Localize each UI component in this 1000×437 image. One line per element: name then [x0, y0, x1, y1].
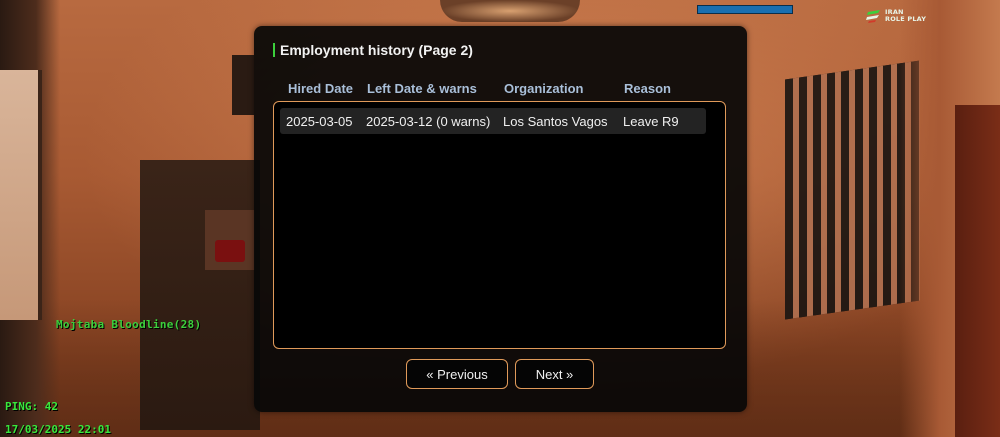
- column-header-hired-date: Hired Date: [288, 81, 354, 96]
- door-background: [955, 105, 1000, 437]
- date-time-readout: 17/03/2025 22:01: [5, 423, 111, 436]
- column-header-organization: Organization: [504, 81, 584, 96]
- dialog-title-text: Employment history (Page 2): [280, 42, 473, 58]
- next-page-button[interactable]: Next »: [515, 359, 594, 389]
- player-name-tag: Mojtaba Bloodline(28): [56, 318, 202, 331]
- column-header-left-date: Left Date & warns: [367, 81, 477, 96]
- list-item[interactable]: 2025-03-05 2025-03-12 (0 warns) Los Sant…: [280, 108, 706, 134]
- cell-left-date-warns: 2025-03-12 (0 warns): [366, 114, 491, 129]
- server-logo: IRAN ROLE PLAY: [866, 6, 932, 26]
- dialog-title: Employment history (Page 2): [273, 41, 473, 59]
- history-list[interactable]: 2025-03-05 2025-03-12 (0 warns) Los Sant…: [273, 101, 726, 349]
- lamp-background: [232, 55, 254, 115]
- cell-reason: Leave R9: [623, 114, 679, 129]
- title-accent-bar: [273, 43, 275, 57]
- employment-history-dialog: Employment history (Page 2) Hired Date L…: [254, 26, 747, 412]
- logo-line-2: ROLE PLAY: [885, 15, 927, 23]
- column-headers: Hired Date Left Date & warns Organizatio…: [254, 81, 747, 97]
- cell-organization: Los Santos Vagos: [503, 114, 608, 129]
- game-scene: IRAN ROLE PLAY Mojtaba Bloodline(28) PIN…: [0, 0, 1000, 437]
- cabinet-background: [140, 160, 260, 430]
- cell-hired-date: 2025-03-05: [286, 114, 353, 129]
- wall-frame-background: [0, 70, 42, 320]
- iran-roleplay-logo-icon: [866, 10, 880, 23]
- ping-readout: PING: 42: [5, 400, 58, 413]
- logo-text: IRAN ROLE PLAY: [885, 9, 926, 23]
- ceiling-light-background: [440, 0, 580, 22]
- red-object-background: [215, 240, 245, 262]
- previous-page-button[interactable]: « Previous: [406, 359, 508, 389]
- column-header-reason: Reason: [624, 81, 671, 96]
- health-bar: [697, 5, 793, 14]
